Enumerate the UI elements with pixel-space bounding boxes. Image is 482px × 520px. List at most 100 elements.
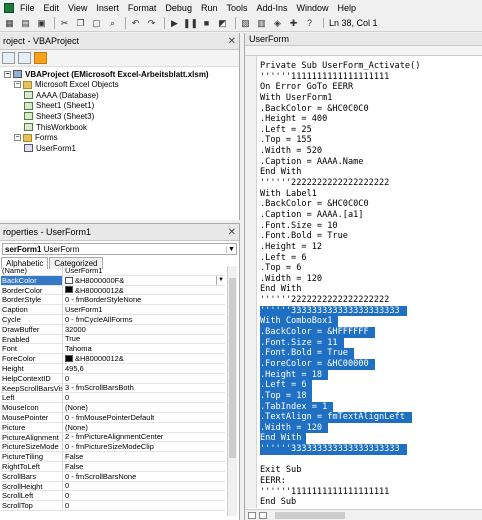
code-line[interactable]: .Top = 18 <box>260 390 312 402</box>
menu-item-tools[interactable]: Tools <box>226 3 247 13</box>
code-line[interactable]: .Top = 155 <box>260 135 480 146</box>
property-row[interactable]: Font Tahoma <box>1 344 225 355</box>
property-row[interactable]: Height 495,6 <box>1 363 225 374</box>
chevron-down-icon[interactable]: ▼ <box>226 245 236 253</box>
property-row[interactable]: ScrollLeft 0 <box>1 491 225 502</box>
code-line[interactable]: ''''''2222222222222222222 <box>260 178 480 189</box>
property-row[interactable]: (Name) UserForm1 <box>1 266 225 276</box>
procedure-view-icon[interactable] <box>248 511 256 519</box>
code-line[interactable]: .Height = 12 <box>260 242 480 253</box>
property-value[interactable]: 0 - fmScrollBarsNone <box>63 472 225 481</box>
code-line[interactable]: ''''''1111111111111111111 <box>260 72 480 83</box>
property-value[interactable]: 2 - fmPictureAlignmentCenter <box>63 433 225 442</box>
property-value[interactable]: UserForm1 <box>63 266 225 275</box>
property-row[interactable]: ScrollBars 0 - fmScrollBarsNone <box>1 471 225 482</box>
property-row[interactable]: ScrollHeight 0 <box>1 481 225 492</box>
property-row[interactable]: BackColor &H8000000F& ▼ <box>1 275 225 286</box>
code-line[interactable]: .Font.Bold = True <box>260 231 480 242</box>
property-row[interactable]: BorderColor &H80000012& <box>1 285 225 296</box>
code-line[interactable]: .Font.Size = 11 <box>260 337 344 349</box>
menu-item-file[interactable]: File <box>20 3 35 13</box>
cut-icon[interactable]: ✂ <box>58 17 71 30</box>
close-icon[interactable]: ✕ <box>228 227 236 238</box>
full-module-view-icon[interactable] <box>259 511 267 519</box>
property-row[interactable]: KeepScrollBarsVisible3 - fmScrollBarsBot… <box>1 383 225 394</box>
code-line[interactable]: .Left = 6 <box>260 253 480 264</box>
code-line[interactable]: .TextAlign = fmTextAlignLeft <box>260 412 413 423</box>
menu-item-insert[interactable]: Insert <box>96 3 119 13</box>
code-line[interactable]: .ForeColor = &HC00000 <box>260 358 376 370</box>
property-value[interactable]: True <box>63 335 225 344</box>
code-line[interactable]: ''''''333333333333333333333 <box>260 444 408 455</box>
collapse-icon[interactable]: − <box>4 70 11 78</box>
code-editor[interactable]: Private Sub UserForm_Activate() ''''''111… <box>260 61 480 508</box>
code-line[interactable]: .Left = 25 <box>260 125 480 136</box>
object-select[interactable]: serForm1 UserForm ▼ <box>2 243 237 255</box>
code-line[interactable]: With ComboBox1 <box>260 316 339 328</box>
help-icon[interactable]: ? <box>303 17 316 30</box>
property-row[interactable]: MousePointer 0 - fmMousePointerDefault <box>1 412 225 423</box>
property-value[interactable]: 495,6 <box>63 364 225 373</box>
code-line[interactable]: ''''''333333333333333333333 <box>260 305 408 317</box>
tree-node[interactable]: AAAA (Database) <box>24 90 99 100</box>
code-line[interactable]: Exit Sub <box>260 465 480 476</box>
tree-node[interactable]: Sheet3 (Sheet3) <box>24 111 94 121</box>
property-value[interactable]: False <box>63 462 225 471</box>
code-line[interactable]: .Height = 18 <box>260 369 328 381</box>
property-value[interactable]: 0 - fmCycleAllForms <box>63 315 225 324</box>
redo-icon[interactable]: ↷ <box>145 17 158 30</box>
excel-app-icon[interactable] <box>4 2 14 13</box>
menu-item-debug[interactable]: Debug <box>165 3 192 13</box>
property-row[interactable]: Picture (None) <box>1 422 225 433</box>
property-row[interactable]: BorderStyle 0 - fmBorderStyleNone <box>1 295 225 306</box>
property-row[interactable]: Left 0 <box>1 393 225 404</box>
copy-icon[interactable]: ❐ <box>74 17 87 30</box>
property-value[interactable]: 0 <box>63 482 225 491</box>
excel-view-icon[interactable]: ▦ <box>3 17 16 30</box>
code-line[interactable]: .Caption = AAAA.[a1] <box>260 210 480 221</box>
code-line[interactable]: EERR: <box>260 476 480 487</box>
property-value[interactable]: (None) <box>63 423 225 432</box>
menu-item-run[interactable]: Run <box>201 3 218 13</box>
property-value[interactable]: &H8000000F& ▼ <box>63 275 225 285</box>
code-line[interactable]: With Label1 <box>260 189 480 200</box>
project-explorer-icon[interactable]: ▧ <box>239 17 252 30</box>
tree-node[interactable]: − VBAProject (EMicrosoft Excel-Arbeitsbla… <box>4 69 209 79</box>
code-line[interactable]: End Sub <box>260 497 480 508</box>
code-line[interactable]: .Left = 6 <box>260 380 312 391</box>
break-icon[interactable]: ❚❚ <box>183 17 198 30</box>
property-row[interactable]: HelpContextID 0 <box>1 373 225 384</box>
collapse-icon[interactable]: − <box>14 81 21 89</box>
property-value[interactable]: (None) <box>63 403 225 412</box>
save-icon[interactable]: ▣ <box>35 17 48 30</box>
property-value[interactable]: 0 <box>63 393 225 402</box>
property-row[interactable]: RightToLeft False <box>1 461 225 472</box>
paste-icon[interactable]: ▢ <box>90 17 103 30</box>
code-line[interactable]: With UserForm1 <box>260 93 480 104</box>
code-line[interactable]: .Font.Size = 10 <box>260 221 480 232</box>
view-object-button[interactable] <box>18 52 31 64</box>
property-row[interactable]: MouseIcon (None) <box>1 403 225 413</box>
tree-node[interactable]: − Microsoft Excel Objects <box>14 80 119 90</box>
design-mode-icon[interactable]: ◩ <box>216 17 229 30</box>
property-value[interactable]: &H80000012& <box>63 354 225 363</box>
tree-node[interactable]: UserForm1 <box>24 143 76 153</box>
collapse-icon[interactable]: − <box>14 134 21 142</box>
code-line[interactable] <box>260 455 480 466</box>
scrollbar-thumb[interactable] <box>229 278 236 458</box>
code-line[interactable]: ''''''1111111111111111111 <box>260 487 480 498</box>
property-row[interactable]: Cycle 0 - fmCycleAllForms <box>1 314 225 325</box>
code-line[interactable]: .Height = 400 <box>260 114 480 125</box>
property-value[interactable]: 32000 <box>63 325 225 334</box>
code-line[interactable]: ''''''2222222222222222222 <box>260 295 480 306</box>
code-line[interactable]: .Font.Bold = True <box>260 348 355 359</box>
tree-node[interactable]: − Forms <box>14 133 58 143</box>
property-value[interactable]: 0 <box>63 374 225 383</box>
property-row[interactable]: PictureTiling False <box>1 452 225 462</box>
code-line[interactable]: .Width = 520 <box>260 146 480 157</box>
close-icon[interactable]: ✕ <box>228 36 236 47</box>
code-line[interactable]: End With <box>260 284 480 295</box>
toolbox-icon[interactable]: ✚ <box>287 17 300 30</box>
code-horizontal-scrollbar[interactable] <box>245 509 482 520</box>
tree-node[interactable]: Sheet1 (Sheet1) <box>24 101 94 111</box>
